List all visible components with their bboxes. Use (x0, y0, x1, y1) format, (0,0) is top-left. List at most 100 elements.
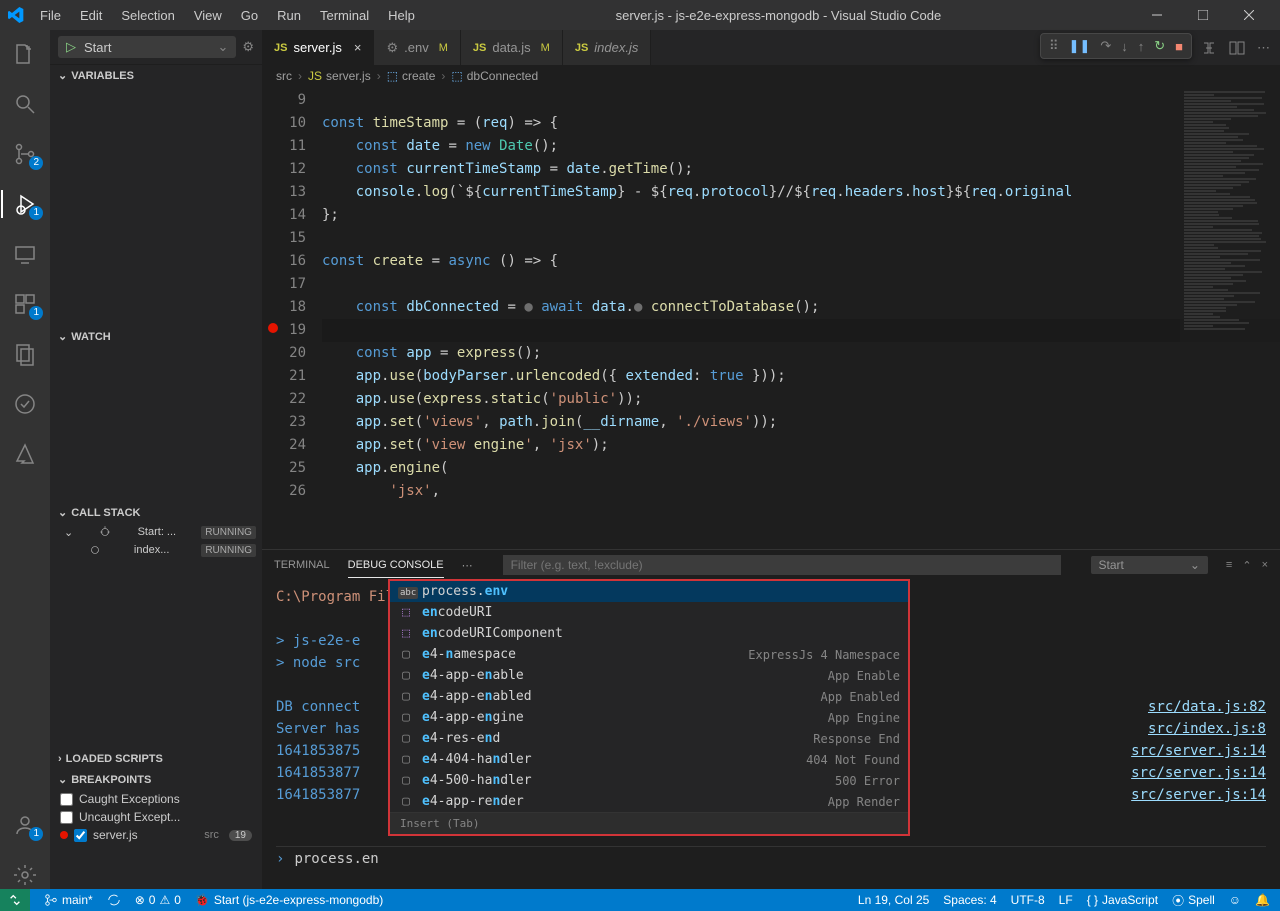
references-icon[interactable] (1, 340, 49, 368)
step-out-icon[interactable]: ↑ (1138, 39, 1145, 54)
vscode-icon (8, 7, 24, 23)
suggestion-item[interactable]: ▢e4-app-renderApp Render (390, 791, 908, 812)
watch-section[interactable]: ⌄WATCH (50, 326, 262, 347)
tab-env[interactable]: ⚙.envM (374, 30, 460, 65)
suggestion-item[interactable]: ▢e4-app-enabledApp Enabled (390, 686, 908, 707)
configure-gear-icon[interactable]: ⚙ (242, 39, 254, 55)
suggestion-item[interactable]: ▢e4-app-engineApp Engine (390, 707, 908, 728)
filter-input[interactable] (503, 555, 1061, 575)
callstack-frame[interactable]: index... RUNNING (50, 541, 262, 559)
stop-icon[interactable]: ■ (1175, 39, 1183, 54)
panel-tab-terminal[interactable]: TERMINAL (274, 553, 330, 577)
menu-help[interactable]: Help (380, 4, 423, 27)
encoding-status[interactable]: UTF-8 (1011, 893, 1045, 907)
feedback-icon[interactable]: ☺ (1229, 893, 1241, 907)
source-link[interactable]: src/server.js:14 (1131, 762, 1266, 784)
suggestion-item[interactable]: ▢e4-500-handler500 Error (390, 770, 908, 791)
callstack-section[interactable]: ⌄CALL STACK (50, 502, 262, 523)
scm-icon[interactable]: 2 (1, 140, 49, 168)
source-link[interactable]: src/index.js:8 (1148, 718, 1266, 740)
suggestion-item[interactable]: abcprocess.env (390, 581, 908, 602)
menu-run[interactable]: Run (269, 4, 309, 27)
close-panel-icon[interactable]: × (1262, 559, 1268, 572)
breadcrumb[interactable]: src› JSserver.js› ⬚create› ⬚dbConnected (262, 65, 1280, 87)
panel-tab-more[interactable]: ⋯ (462, 553, 473, 578)
menu-view[interactable]: View (186, 4, 230, 27)
extensions-icon[interactable]: 1 (1, 290, 49, 318)
sync-status[interactable] (107, 893, 121, 907)
breadcrumb-src: src (276, 69, 292, 83)
split-icon[interactable] (1229, 40, 1245, 56)
close-button[interactable] (1226, 0, 1272, 30)
pause-icon[interactable]: ❚❚ (1069, 38, 1091, 54)
testing-icon[interactable] (1, 390, 49, 418)
suggestion-item[interactable]: ▢e4-app-enableApp Enable (390, 665, 908, 686)
panel-tab-debug[interactable]: DEBUG CONSOLE (348, 553, 444, 578)
menu-selection[interactable]: Selection (113, 4, 182, 27)
start-config[interactable]: ▷ Start ⌄ (58, 36, 236, 58)
caught-exceptions[interactable]: Caught Exceptions (50, 790, 262, 808)
menu-file[interactable]: File (32, 4, 69, 27)
maximize-button[interactable] (1180, 0, 1226, 30)
code-editor[interactable]: 91011121314151617181920212223242526 cons… (262, 87, 1280, 549)
start-label: Start (84, 40, 111, 55)
breakpoint-file[interactable]: server.js src 19 (50, 826, 262, 844)
more-icon[interactable]: ⋯ (1257, 40, 1270, 56)
suggestion-item[interactable]: ▢e4-res-endResponse End (390, 728, 908, 749)
remote-explorer-icon[interactable] (1, 240, 49, 268)
spell-status[interactable]: ⦿ Spell (1172, 892, 1215, 909)
remote-indicator[interactable] (0, 889, 30, 911)
launch-select[interactable]: Start⌄ (1091, 556, 1208, 574)
menu-go[interactable]: Go (233, 4, 266, 27)
drag-handle-icon[interactable]: ⠿ (1049, 38, 1059, 54)
title-bar: File Edit Selection View Go Run Terminal… (0, 0, 1280, 30)
step-into-icon[interactable]: ↓ (1121, 39, 1128, 54)
uncaught-exceptions[interactable]: Uncaught Except... (50, 808, 262, 826)
azure-icon[interactable] (1, 440, 49, 468)
spaces-status[interactable]: Spaces: 4 (943, 893, 996, 907)
minimap[interactable] (1180, 87, 1280, 549)
status-bar: main* ⊗ 0 ⚠ 0 🐞 Start (js-e2e-express-mo… (0, 889, 1280, 911)
cursor-position[interactable]: Ln 19, Col 25 (858, 893, 929, 907)
breakpoints-section[interactable]: ⌄BREAKPOINTS (50, 769, 262, 790)
branch-status[interactable]: main* (44, 893, 93, 907)
compare-icon[interactable] (1201, 40, 1217, 56)
language-status[interactable]: { } JavaScript (1087, 893, 1158, 907)
problems-status[interactable]: ⊗ 0 ⚠ 0 (135, 893, 181, 907)
tab-server[interactable]: JSserver.js× (262, 30, 374, 65)
loaded-scripts-section[interactable]: ›LOADED SCRIPTS (50, 749, 262, 769)
minimize-button[interactable] (1134, 0, 1180, 30)
suggestion-widget[interactable]: abcprocess.env⬚encodeURI⬚encodeURICompon… (388, 579, 910, 836)
debug-toolbar: ▷ Start ⌄ ⚙ (50, 30, 262, 65)
breadcrumb-fn2: ⬚dbConnected (451, 69, 538, 83)
source-link[interactable]: src/server.js:14 (1131, 740, 1266, 762)
step-over-icon[interactable]: ↷ (1100, 38, 1111, 54)
explorer-icon[interactable] (1, 40, 49, 68)
clear-icon[interactable]: ≡ (1226, 559, 1232, 572)
source-link[interactable]: src/data.js:82 (1148, 696, 1266, 718)
notifications-icon[interactable]: 🔔 (1255, 893, 1270, 907)
suggestion-item[interactable]: ⬚encodeURIComponent (390, 623, 908, 644)
debug-launch-status[interactable]: 🐞 Start (js-e2e-express-mongodb) (195, 893, 383, 907)
source-link[interactable]: src/server.js:14 (1131, 784, 1266, 806)
repl-input[interactable]: ›process.en (276, 846, 1266, 871)
suggestion-item[interactable]: ▢e4-namespaceExpressJs 4 Namespace (390, 644, 908, 665)
tab-index[interactable]: JSindex.js (563, 30, 652, 65)
restart-icon[interactable]: ↻ (1154, 38, 1165, 54)
gear-icon[interactable] (1, 861, 49, 889)
eol-status[interactable]: LF (1059, 893, 1073, 907)
suggestion-item[interactable]: ▢e4-404-handler404 Not Found (390, 749, 908, 770)
collapse-icon[interactable]: ⌃ (1242, 559, 1251, 572)
menu-edit[interactable]: Edit (72, 4, 110, 27)
variables-section[interactable]: ⌄VARIABLES (50, 65, 262, 86)
callstack-thread[interactable]: ⌄ Start: ... RUNNING (50, 523, 262, 541)
menu-terminal[interactable]: Terminal (312, 4, 377, 27)
search-icon[interactable] (1, 90, 49, 118)
menu-bar: File Edit Selection View Go Run Terminal… (32, 4, 423, 27)
tab-data[interactable]: JSdata.jsM (461, 30, 563, 65)
debug-icon[interactable]: 1 (1, 190, 49, 218)
breadcrumb-fn1: ⬚create (387, 69, 436, 83)
suggestion-item[interactable]: ⬚encodeURI (390, 602, 908, 623)
account-icon[interactable]: 1 (1, 811, 49, 839)
close-icon[interactable]: × (354, 40, 362, 55)
